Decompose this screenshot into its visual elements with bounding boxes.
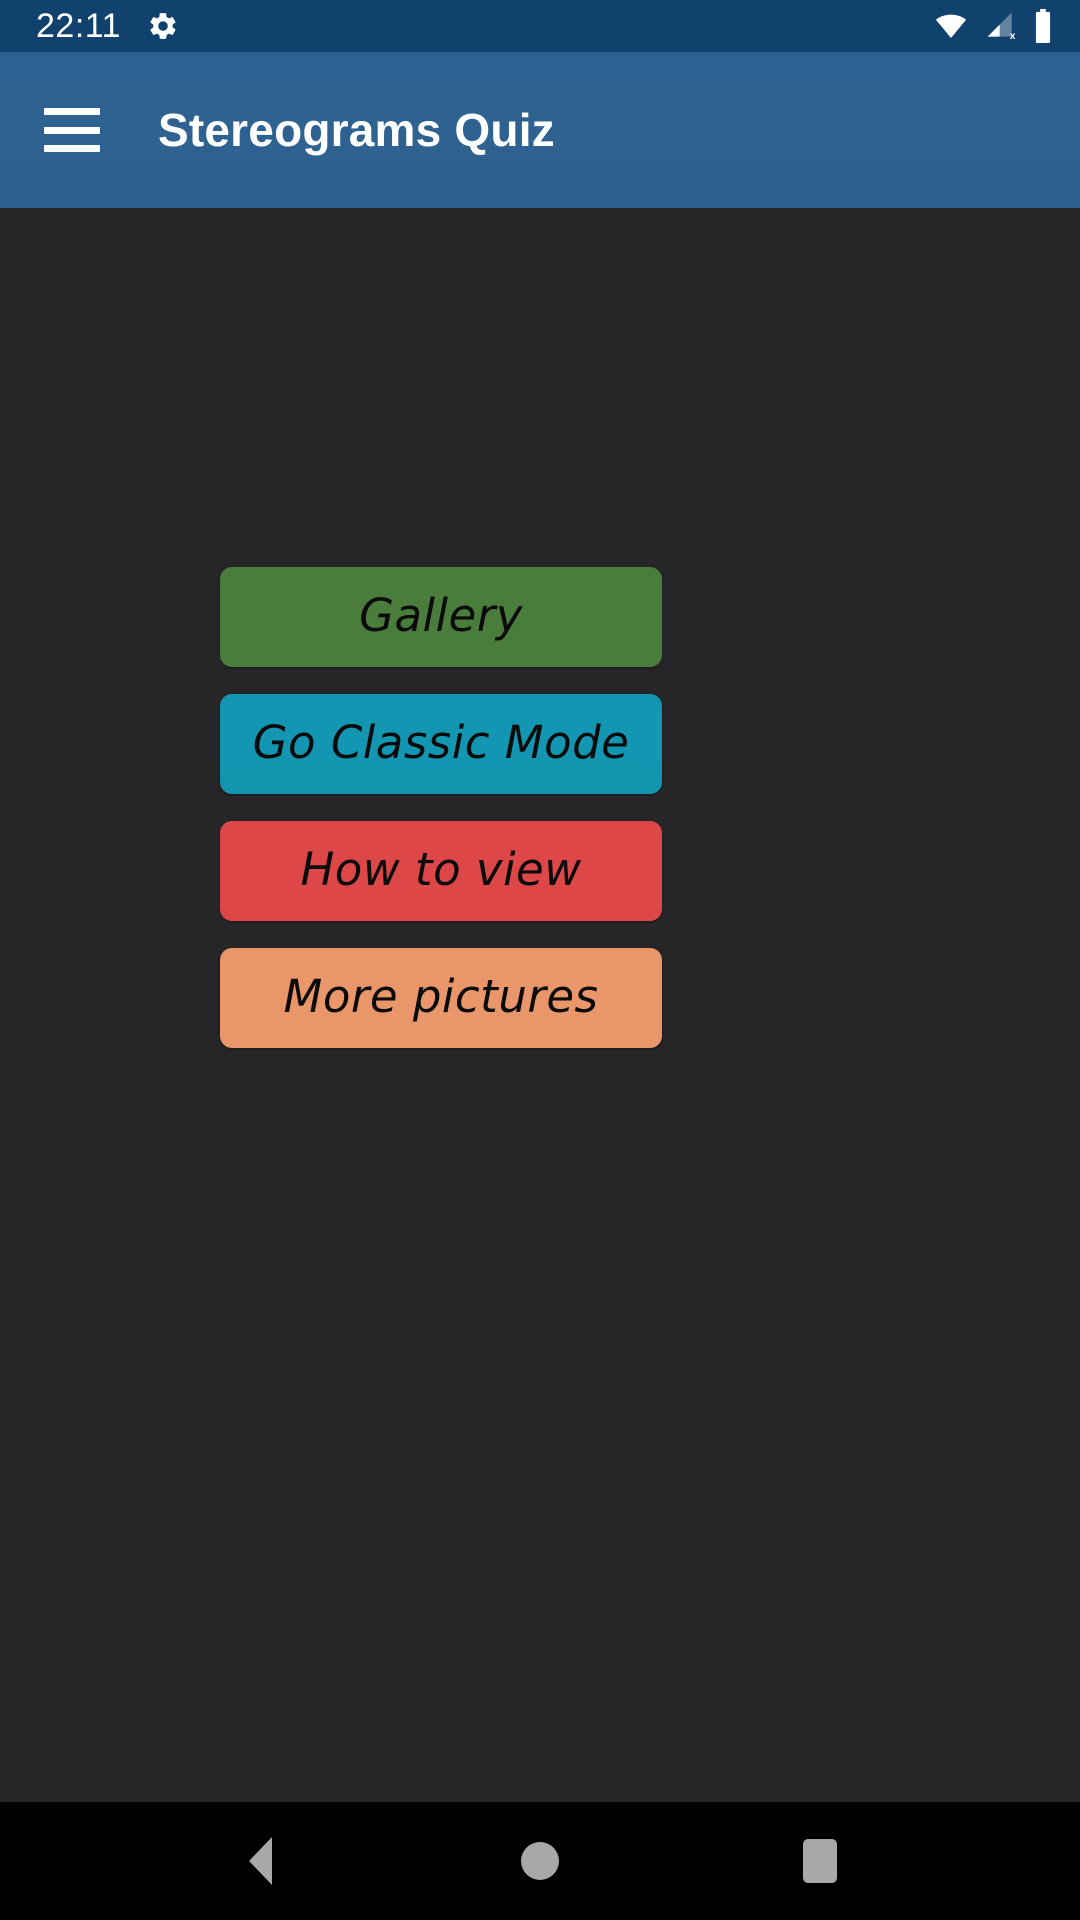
status-bar: 22:11 x bbox=[0, 0, 1080, 52]
main-content: Gallery Go Classic Mode How to view More… bbox=[0, 208, 1080, 1802]
phone-screen: 22:11 x Stereograms Quiz Gallery Go Clas… bbox=[0, 0, 1080, 1920]
svg-text:x: x bbox=[1010, 31, 1016, 42]
how-to-view-button[interactable]: How to view bbox=[220, 821, 662, 921]
wifi-icon bbox=[932, 10, 970, 42]
go-classic-mode-button[interactable]: Go Classic Mode bbox=[220, 694, 662, 794]
hamburger-bar-2 bbox=[44, 126, 100, 134]
cellular-no-sim-icon: x bbox=[982, 10, 1020, 42]
battery-icon bbox=[1032, 9, 1054, 43]
triangle-left-icon bbox=[248, 1837, 272, 1885]
square-icon bbox=[803, 1839, 837, 1883]
gallery-button[interactable]: Gallery bbox=[220, 567, 662, 667]
more-pictures-button[interactable]: More pictures bbox=[220, 948, 662, 1048]
hamburger-bar-1 bbox=[44, 108, 100, 115]
back-button[interactable] bbox=[200, 1802, 320, 1920]
android-navigation-bar bbox=[0, 1802, 1080, 1920]
hamburger-menu-icon[interactable] bbox=[44, 108, 100, 152]
circle-icon bbox=[521, 1842, 559, 1880]
recents-button[interactable] bbox=[760, 1802, 880, 1920]
main-menu-button-stack: Gallery Go Classic Mode How to view More… bbox=[220, 567, 662, 1048]
page-title: Stereograms Quiz bbox=[158, 104, 555, 156]
app-bar: Stereograms Quiz bbox=[0, 52, 1080, 208]
home-button[interactable] bbox=[480, 1802, 600, 1920]
status-clock: 22:11 bbox=[36, 7, 122, 45]
status-bar-right: x bbox=[932, 9, 1054, 43]
gear-icon bbox=[147, 10, 179, 42]
status-bar-left: 22:11 bbox=[36, 9, 179, 43]
hamburger-bar-3 bbox=[44, 145, 100, 152]
